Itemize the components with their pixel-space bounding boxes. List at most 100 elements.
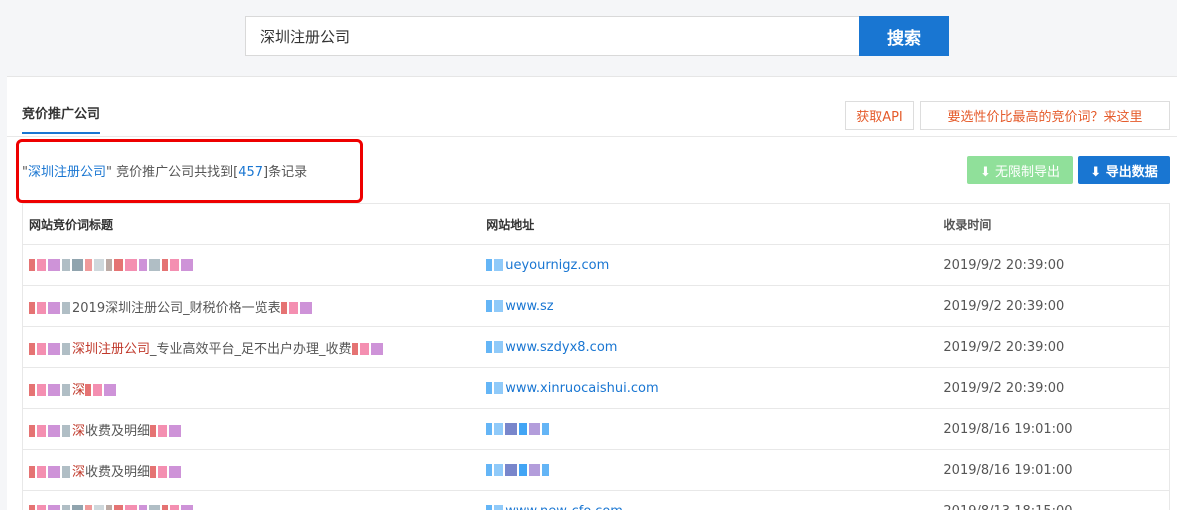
row-url[interactable]: www.xinruocaishui.com [480, 381, 937, 396]
row-title-text: 收费及明细 [85, 464, 151, 480]
row-title-keyword: 深圳注册公司 [72, 341, 151, 357]
pixelated-block [542, 423, 550, 435]
pixelated-block [48, 505, 60, 510]
pixelated-block [505, 464, 518, 476]
pixelated-block [494, 505, 504, 510]
row-time: 2019/8/13 18:15:00 [937, 504, 1169, 510]
row-title: 深收费及明细 [23, 420, 480, 439]
pixelated-block [494, 382, 504, 394]
row-time: 2019/9/2 20:39:00 [943, 380, 1065, 396]
table-row: 深收费及明细 2019/8/16 19:01:00 [23, 409, 1169, 450]
get-api-button[interactable]: 获取API [845, 101, 914, 130]
row-title-text: _专业高效平台_足不出户办理_收费 [150, 341, 352, 357]
table-header: 网站竞价词标题 网站地址 收录时间 [23, 204, 1169, 245]
pixelated-block [486, 300, 493, 312]
row-url[interactable]: www.new-cfo.com [480, 504, 937, 510]
pixelated-block [48, 259, 60, 271]
row-title-text: 收费及明细 [85, 423, 151, 439]
pixelated-block [29, 343, 35, 355]
pixelated-block [486, 259, 493, 271]
pixelated-block [106, 259, 112, 271]
pixelated-block [72, 505, 83, 510]
search-button[interactable]: 搜索 [859, 16, 949, 56]
pixelated-block [162, 259, 168, 271]
pixelated-block [149, 505, 160, 510]
pixelated-block [85, 384, 92, 396]
pixelated-block [149, 259, 160, 271]
row-url[interactable]: www.szdyx8.com [480, 340, 937, 355]
pixelated-block [62, 302, 70, 314]
header-title: 网站竞价词标题 [29, 217, 114, 232]
pixelated-block [48, 343, 60, 355]
pixelated-block [351, 343, 358, 355]
pixelated-block [114, 259, 123, 271]
pixelated-block [542, 464, 550, 476]
row-url-link[interactable]: www.szdyx8.com [505, 340, 617, 355]
row-time: 2019/8/16 19:01:00 [943, 462, 1073, 478]
row-url[interactable]: ueyournigz.com [480, 258, 937, 273]
table-row: 深收费及明细 2019/8/16 19:01:00 [23, 450, 1169, 491]
pixelated-block [29, 302, 35, 314]
row-url[interactable]: www.sz [480, 299, 937, 314]
pixelated-block [93, 384, 103, 396]
tab-bidding-companies[interactable]: 竞价推广公司 [22, 103, 101, 134]
search-input[interactable] [245, 16, 859, 56]
row-url[interactable] [480, 463, 937, 478]
row-title: 深收费及明细 [23, 461, 480, 480]
pixelated-block [125, 505, 137, 510]
row-url[interactable] [480, 422, 937, 437]
row-title [23, 258, 480, 273]
row-title-keyword: 深 [72, 423, 86, 439]
pixelated-block [114, 505, 123, 510]
pixelated-block [29, 505, 35, 510]
pixelated-block [370, 343, 383, 355]
download-icon: ⬇ [979, 164, 991, 180]
pixelated-block [181, 505, 193, 510]
pixelated-block [106, 505, 112, 510]
pixelated-block [29, 466, 35, 478]
results-table: 网站竞价词标题 网站地址 收录时间 ueyournigz.com 2019/9/2… [22, 203, 1170, 510]
pixelated-block [104, 384, 117, 396]
row-title: 深 [23, 379, 480, 398]
pixelated-block [170, 259, 179, 271]
row-url-link[interactable]: www.new-cfo.com [505, 504, 623, 510]
pixelated-block [170, 505, 179, 510]
pixelated-block [486, 505, 493, 510]
pixelated-block [29, 425, 35, 437]
pixelated-block [62, 505, 70, 510]
row-url-link[interactable]: www.xinruocaishui.com [505, 381, 658, 396]
pixelated-block [529, 423, 541, 435]
header-url: 网站地址 [486, 217, 535, 232]
pixelated-block [94, 259, 104, 271]
pixelated-block [139, 259, 147, 271]
annotation-highlight-box [16, 139, 363, 203]
pixelated-block [494, 300, 504, 312]
table-row: www.new-cfo.com 2019/8/13 18:15:00 [23, 491, 1169, 510]
table-row: 2019深圳注册公司_财税价格一览表 www.sz 2019/9/2 20:39:0… [23, 286, 1169, 327]
pixelated-block [486, 382, 493, 394]
pixelated-block [48, 302, 60, 314]
pixelated-block [486, 423, 493, 435]
row-title [23, 504, 480, 510]
promo-link-button[interactable]: 要选性价比最高的竞价词？来这里 [920, 101, 1170, 130]
pixelated-block [494, 464, 504, 476]
pixelated-block [280, 302, 287, 314]
pixelated-block [48, 466, 60, 478]
pixelated-block [359, 343, 369, 355]
row-url-link[interactable]: ueyournigz.com [505, 258, 609, 273]
pixelated-block [62, 466, 70, 478]
pixelated-block [85, 259, 92, 271]
pixelated-block [169, 425, 182, 437]
export-data-button[interactable]: ⬇ 导出数据 [1078, 156, 1170, 184]
pixelated-block [494, 341, 504, 353]
row-url-link[interactable]: www.sz [505, 299, 553, 314]
row-time: 2019/9/2 20:39:00 [943, 257, 1065, 273]
pixelated-block [505, 423, 518, 435]
unlimited-export-button[interactable]: ⬇ 无限制导出 [967, 156, 1073, 184]
table-row: 深圳注册公司_专业高效平台_足不出户办理_收费 www.szdyx8.com 201… [23, 327, 1169, 368]
table-row: ueyournigz.com 2019/9/2 20:39:00 [23, 245, 1169, 286]
pixelated-block [72, 259, 83, 271]
row-title: 2019深圳注册公司_财税价格一览表 [23, 297, 480, 316]
pixelated-block [288, 302, 298, 314]
pixelated-block [37, 505, 46, 510]
